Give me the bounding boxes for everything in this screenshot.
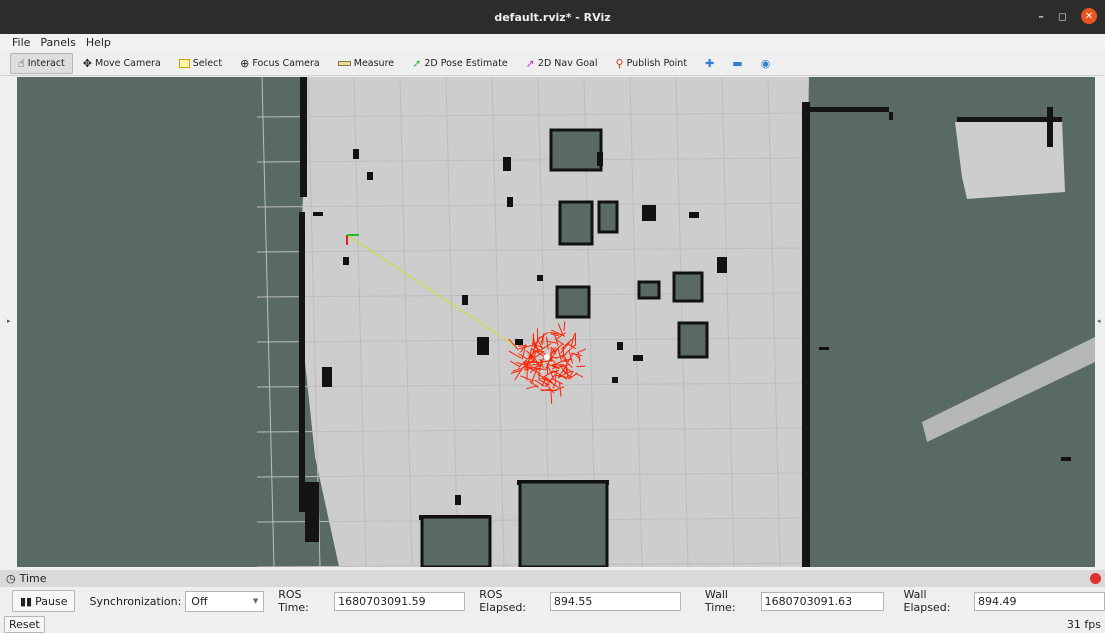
reset-button[interactable]: Reset: [4, 615, 45, 633]
status-bar: Reset 31 fps: [0, 615, 1105, 633]
expand-right-icon: ◂: [1097, 317, 1101, 325]
window-title: default.rviz* - RViz: [494, 10, 611, 24]
left-panel-handle[interactable]: ▸: [0, 77, 17, 567]
right-panel-handle[interactable]: ◂: [1095, 77, 1105, 567]
magenta-arrow-icon: ➚: [525, 56, 535, 70]
hand-pointer-icon: ☝: [18, 56, 25, 70]
chevron-down-icon: ▼: [252, 597, 259, 605]
render-viewport[interactable]: [17, 77, 1095, 567]
ros-elapsed-field[interactable]: 894.55: [549, 591, 681, 611]
move-camera-tool-button[interactable]: ✥ Move Camera: [75, 53, 169, 74]
interact-tool-button[interactable]: ☝ Interact: [10, 52, 73, 74]
time-panel-title: Time: [19, 572, 47, 585]
ros-elapsed-label: ROS Elapsed:: [479, 588, 527, 614]
fps-readout: 31 fps: [1066, 617, 1101, 631]
maximize-icon[interactable]: ◻: [1058, 10, 1067, 23]
select-box-icon: [178, 58, 190, 68]
particle-arrow: [576, 365, 586, 368]
remove-tool-button[interactable]: ▬: [724, 53, 750, 74]
close-panel-icon[interactable]: [1090, 573, 1101, 584]
menu-file[interactable]: File: [12, 36, 30, 49]
crosshair-icon: ⊕: [240, 56, 250, 70]
robot-center-marker: [544, 354, 550, 360]
move-arrows-icon: ✥: [82, 56, 92, 70]
nav-goal-tool-button[interactable]: ➚ 2D Nav Goal: [518, 53, 606, 74]
eye-icon: ◉: [760, 56, 771, 70]
left-unknown-region: [17, 77, 339, 567]
minimize-icon[interactable]: –: [1038, 10, 1044, 23]
menu-help[interactable]: Help: [86, 36, 111, 49]
pose-estimate-tool-button[interactable]: ➚ 2D Pose Estimate: [404, 53, 516, 74]
time-panel: ▮▮ Pause Synchronization: Off ▼ ROS Time…: [0, 588, 1105, 614]
focus-camera-tool-button[interactable]: ⊕ Focus Camera: [232, 53, 328, 74]
expand-left-icon: ▸: [7, 317, 11, 325]
clock-icon: ◷: [6, 572, 16, 585]
publish-point-tool-button[interactable]: ⚲ Publish Point: [608, 53, 696, 74]
ruler-icon: [337, 60, 351, 66]
wall-elapsed-field[interactable]: 894.49: [973, 591, 1105, 611]
title-bar: default.rviz* - RViz – ◻ ✕: [0, 0, 1105, 34]
measure-tool-button[interactable]: Measure: [330, 53, 402, 74]
ros-time-label: ROS Time:: [278, 588, 309, 614]
ros-time-field[interactable]: 1680703091.59: [334, 591, 466, 611]
minus-icon: ▬: [732, 56, 743, 70]
wall-time-label: Wall Time:: [704, 588, 736, 614]
wall-time-field[interactable]: 1680703091.63: [760, 591, 884, 611]
view-options-button[interactable]: ◉: [753, 53, 779, 74]
close-icon[interactable]: ✕: [1081, 8, 1097, 24]
occupancy-map[interactable]: [17, 77, 1095, 567]
particle-arrow: [563, 321, 566, 332]
sync-select[interactable]: Off ▼: [185, 590, 265, 612]
plus-icon: ✚: [705, 56, 715, 70]
sync-label: Synchronization:: [89, 594, 182, 608]
green-arrow-icon: ➚: [412, 56, 422, 70]
wall-elapsed-label: Wall Elapsed:: [903, 588, 951, 614]
pause-button[interactable]: ▮▮ Pause: [12, 590, 76, 612]
menu-bar: File Panels Help: [0, 34, 1105, 50]
select-tool-button[interactable]: Select: [171, 53, 230, 74]
map-pin-icon: ⚲: [615, 56, 624, 70]
time-panel-header: ◷ Time: [0, 570, 1105, 587]
menu-panels[interactable]: Panels: [40, 36, 75, 49]
toolbar: ☝ Interact ✥ Move Camera Select ⊕ Focus …: [0, 51, 1105, 76]
pause-icon: ▮▮: [20, 594, 33, 608]
add-tool-button[interactable]: ✚: [697, 53, 722, 74]
